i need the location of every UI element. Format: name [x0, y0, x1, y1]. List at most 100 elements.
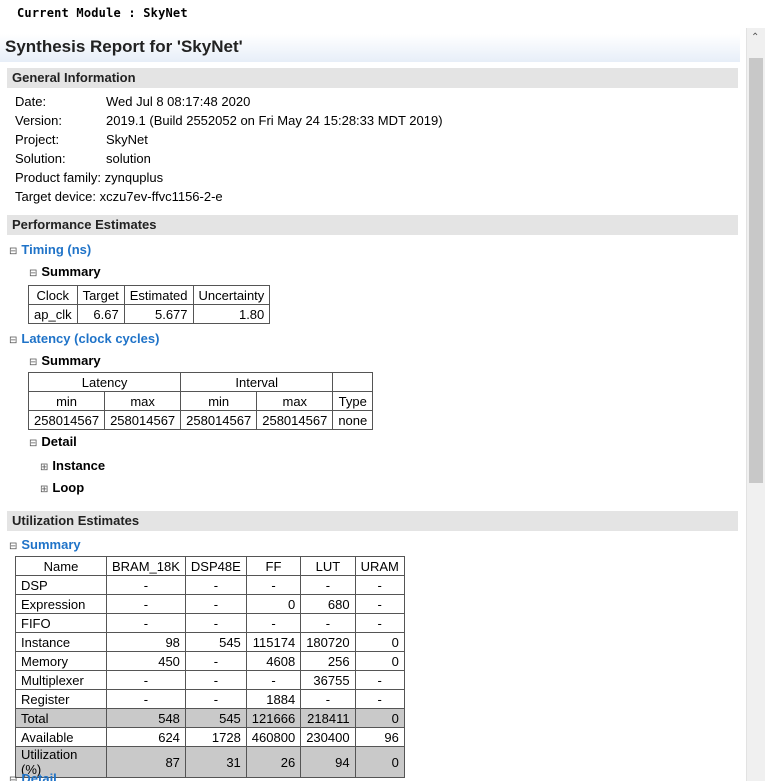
general-info-heading: General Information	[12, 70, 136, 85]
vertical-scrollbar[interactable]: ⌃	[746, 28, 765, 781]
col-header: Estimated	[123, 285, 194, 305]
utilization-summary-toggle[interactable]: ⊟ Summary	[9, 537, 81, 552]
scrollbar-thumb[interactable]	[749, 58, 763, 483]
table-cell: 1728	[184, 727, 247, 747]
timing-table: Clock Target Estimated Uncertainty ap_cl…	[28, 285, 271, 324]
table-cell: 98	[106, 632, 186, 652]
instance-toggle[interactable]: ⊞ Instance	[40, 458, 105, 473]
latency-toggle[interactable]: ⊟ Latency (clock cycles)	[9, 331, 159, 346]
table-cell: 680	[300, 594, 356, 614]
utilization-detail-toggle[interactable]: ⊟ Detail	[9, 771, 57, 781]
col-header: max	[256, 391, 334, 411]
table-cell: -	[354, 670, 405, 690]
table-cell: -	[354, 575, 405, 595]
table-cell: 115174	[245, 632, 302, 652]
table-row: 258014567 258014567 258014567 258014567 …	[27, 410, 374, 430]
collapse-icon: ⊟	[29, 438, 38, 449]
report-view: Synthesis Report for 'SkyNet' General In…	[0, 28, 746, 781]
table-row: Total 548 545 121666 218411 0	[15, 708, 405, 728]
collapse-icon: ⊟	[9, 246, 18, 257]
col-header: DSP48E	[184, 556, 247, 576]
collapse-icon: ⊟	[9, 335, 18, 346]
report-title-bar: Synthesis Report for 'SkyNet'	[0, 34, 740, 62]
table-cell: -	[245, 613, 302, 633]
utilization-detail-label: Detail	[21, 771, 57, 781]
table-cell: -	[245, 670, 302, 690]
col-header: URAM	[354, 556, 405, 576]
utilization-summary-label: Summary	[21, 537, 81, 552]
timing-summary-toggle[interactable]: ⊟ Summary	[29, 264, 101, 279]
table-cell: 1.80	[192, 304, 271, 324]
table-cell: 121666	[245, 708, 302, 728]
scroll-up-icon[interactable]: ⌃	[751, 32, 759, 43]
table-cell: 0	[245, 594, 302, 614]
current-module-label: Current Module : SkyNet	[17, 6, 188, 20]
table-cell: -	[106, 594, 186, 614]
table-cell: -	[300, 613, 356, 633]
table-cell: -	[106, 670, 186, 690]
info-label: Project:	[15, 132, 60, 147]
info-value: solution	[106, 151, 151, 166]
expand-icon: ⊞	[40, 484, 49, 495]
table-cell: -	[354, 613, 405, 633]
table-cell: -	[184, 594, 247, 614]
info-value: xczu7ev-ffvc1156-2-e	[99, 189, 223, 204]
info-value: SkyNet	[106, 132, 148, 147]
latency-summary-label: Summary	[41, 353, 101, 368]
info-row-project: Project: SkyNet	[15, 132, 148, 151]
loop-label: Loop	[52, 480, 85, 495]
table-cell: 258014567	[256, 410, 334, 430]
table-cell: 450	[106, 651, 186, 671]
table-cell: 26	[245, 746, 302, 778]
table-row: Multiplexer - - -36755-	[15, 670, 405, 690]
utilization-table: Name BRAM_18K DSP48E FF LUT URAM DSP - - - -…	[15, 556, 405, 778]
col-header: Uncertainty	[192, 285, 271, 305]
col-group-header: Interval	[180, 372, 334, 392]
table-row: FIFO - - - - -	[15, 613, 405, 633]
table-cell: none	[332, 410, 374, 430]
table-cell: ap_clk	[28, 304, 78, 324]
table-cell: 545	[184, 632, 247, 652]
table-cell: 548	[106, 708, 186, 728]
table-header-row: Name BRAM_18K DSP48E FF LUT URAM	[15, 556, 405, 576]
utilization-heading: Utilization Estimates	[12, 513, 140, 528]
general-info-header: General Information	[7, 68, 738, 88]
col-header: FF	[245, 556, 302, 576]
collapse-icon: ⊟	[29, 357, 38, 368]
col-group-header	[332, 372, 374, 392]
table-row: Available 624 1728 460800 230400 96	[15, 727, 405, 747]
col-header: max	[104, 391, 182, 411]
latency-summary-toggle[interactable]: ⊟ Summary	[29, 353, 101, 368]
detail-toggle[interactable]: ⊟ Detail	[29, 434, 77, 449]
instance-label: Instance	[52, 458, 106, 473]
timing-toggle[interactable]: ⊟ Timing (ns)	[9, 242, 91, 257]
table-cell: -	[106, 575, 186, 595]
info-row-product-family: Product family: zynquplus	[15, 170, 163, 189]
table-cell: -	[106, 689, 186, 709]
info-row-version: Version: 2019.1 (Build 2552052 on Fri May…	[15, 113, 443, 132]
row-label-cell: FIFO	[15, 613, 107, 633]
row-label-cell: Available	[15, 727, 107, 747]
current-module-bar: Current Module : SkyNet	[0, 0, 765, 28]
detail-label: Detail	[41, 434, 77, 449]
expand-icon: ⊞	[40, 462, 49, 473]
info-row-target-device: Target device: xczu7ev-ffvc1156-2-e	[15, 189, 223, 208]
info-label: Version:	[15, 113, 62, 128]
loop-toggle[interactable]: ⊞ Loop	[40, 480, 84, 495]
info-label: Date:	[15, 94, 47, 109]
table-cell: 6.67	[76, 304, 125, 324]
table-cell: 5.677	[123, 304, 194, 324]
table-cell: 4608	[245, 651, 302, 671]
col-header: Name	[15, 556, 107, 576]
table-cell: -	[184, 689, 247, 709]
table-cell: 94	[300, 746, 356, 778]
collapse-icon: ⊟	[29, 268, 38, 279]
table-header-row: Clock Target Estimated Uncertainty	[28, 285, 271, 305]
info-value: Wed Jul 8 08:17:48 2020	[106, 94, 251, 109]
table-cell: -	[106, 613, 186, 633]
performance-header: Performance Estimates	[7, 215, 738, 235]
info-label: Product family:	[15, 170, 101, 185]
info-value: 2019.1 (Build 2552052 on Fri May 24 15:2…	[106, 113, 443, 128]
table-row: Expression - -0 680-	[15, 594, 405, 614]
table-cell: 218411	[300, 708, 356, 728]
